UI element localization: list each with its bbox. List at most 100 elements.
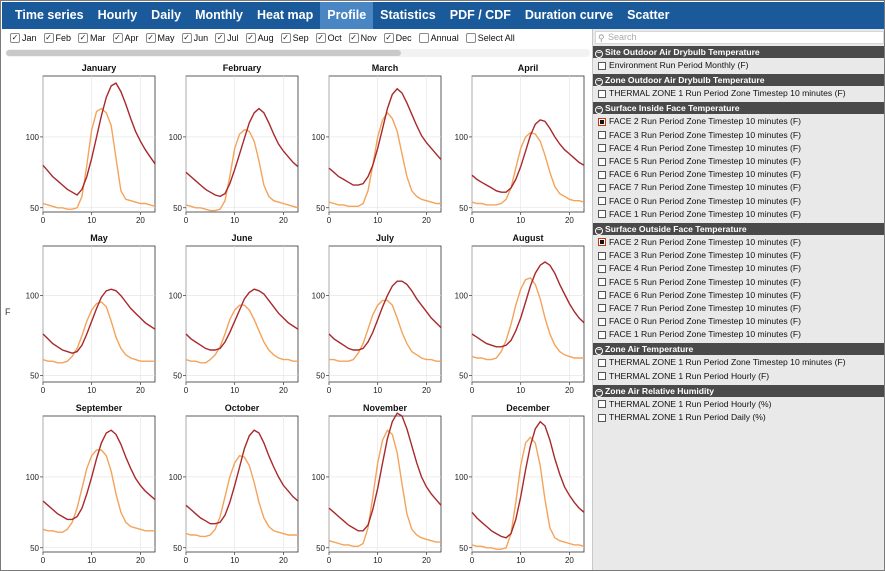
variable-checkbox[interactable] xyxy=(598,264,606,273)
variable-item[interactable]: THERMAL ZONE 1 Run Period Zone Timestep … xyxy=(593,87,884,100)
variable-item[interactable]: FACE 2 Run Period Zone Timestep 10 minut… xyxy=(593,115,884,128)
checkbox[interactable]: ✓ xyxy=(181,33,192,43)
variable-group-header[interactable]: − Zone Air Relative Humidity xyxy=(593,384,884,397)
variable-checkbox[interactable] xyxy=(598,251,606,260)
tab-statistics[interactable]: Statistics xyxy=(373,2,443,29)
checkbox[interactable] xyxy=(418,33,429,43)
variable-checkbox[interactable] xyxy=(598,117,606,126)
variable-item[interactable]: FACE 6 Run Period Zone Timestep 10 minut… xyxy=(593,289,884,302)
filter-may[interactable]: ✓ May xyxy=(145,33,175,43)
filter-jun[interactable]: ✓ Jun xyxy=(181,33,208,43)
filter-mar[interactable]: ✓ Mar xyxy=(78,33,106,43)
variable-checkbox[interactable] xyxy=(598,278,606,287)
variable-item[interactable]: THERMAL ZONE 1 Run Period Hourly (F) xyxy=(593,370,884,383)
variable-item[interactable]: FACE 1 Run Period Zone Timestep 10 minut… xyxy=(593,208,884,221)
checkbox[interactable]: ✓ xyxy=(280,33,291,43)
variable-item[interactable]: Environment Run Period Monthly (F) xyxy=(593,59,884,72)
horizontal-scrollbar[interactable] xyxy=(6,49,590,57)
filter-dec[interactable]: ✓ Dec xyxy=(383,33,412,43)
tab-profile[interactable]: Profile xyxy=(320,2,374,29)
variable-checkbox[interactable] xyxy=(598,304,606,313)
variable-checkbox[interactable] xyxy=(598,61,606,70)
variable-checkbox[interactable] xyxy=(598,170,606,179)
checkbox[interactable]: ✓ xyxy=(348,33,359,43)
variable-checkbox[interactable] xyxy=(598,330,606,339)
checkbox[interactable]: ✓ xyxy=(315,33,326,43)
variable-checkbox[interactable] xyxy=(598,358,606,367)
variable-checkbox[interactable] xyxy=(598,291,606,300)
variable-item[interactable]: FACE 7 Run Period Zone Timestep 10 minut… xyxy=(593,181,884,194)
variable-item[interactable]: FACE 7 Run Period Zone Timestep 10 minut… xyxy=(593,302,884,315)
tab-monthly[interactable]: Monthly xyxy=(188,2,250,29)
filter-sep[interactable]: ✓ Sep xyxy=(280,33,309,43)
variable-item[interactable]: FACE 6 Run Period Zone Timestep 10 minut… xyxy=(593,168,884,181)
plot-frame xyxy=(185,245,299,383)
checkbox[interactable]: ✓ xyxy=(10,33,20,43)
tab-scatter[interactable]: Scatter xyxy=(620,2,676,29)
checkbox[interactable]: ✓ xyxy=(43,33,54,43)
collapse-icon[interactable]: − xyxy=(595,347,603,356)
collapse-icon[interactable]: − xyxy=(595,50,603,58)
variable-group-header[interactable]: − Zone Air Temperature xyxy=(593,343,884,356)
tab-daily[interactable]: Daily xyxy=(144,2,188,29)
variable-checkbox[interactable] xyxy=(598,144,606,153)
collapse-icon[interactable]: − xyxy=(595,388,603,397)
variable-item[interactable]: FACE 0 Run Period Zone Timestep 10 minut… xyxy=(593,315,884,328)
filter-feb[interactable]: ✓ Feb xyxy=(43,33,71,43)
variable-item[interactable]: FACE 0 Run Period Zone Timestep 10 minut… xyxy=(593,195,884,208)
tab-pdf-cdf[interactable]: PDF / CDF xyxy=(443,2,518,29)
variable-checkbox[interactable] xyxy=(598,131,606,140)
checkbox[interactable] xyxy=(465,33,476,43)
filter-jan[interactable]: ✓ Jan xyxy=(10,33,37,43)
variable-checkbox[interactable] xyxy=(598,89,606,98)
variable-item[interactable]: THERMAL ZONE 1 Run Period Hourly (%) xyxy=(593,398,884,411)
variable-label: THERMAL ZONE 1 Run Period Hourly (%) xyxy=(609,398,772,409)
tab-time-series[interactable]: Time series xyxy=(8,2,91,29)
checkbox[interactable]: ✓ xyxy=(245,33,256,43)
variable-checkbox[interactable] xyxy=(598,157,606,166)
scrollbar-thumb[interactable] xyxy=(6,50,401,56)
variable-item[interactable]: FACE 3 Run Period Zone Timestep 10 minut… xyxy=(593,129,884,142)
variable-item[interactable]: FACE 4 Run Period Zone Timestep 10 minut… xyxy=(593,142,884,155)
variable-checkbox[interactable] xyxy=(598,317,606,326)
variable-item[interactable]: THERMAL ZONE 1 Run Period Daily (%) xyxy=(593,411,884,424)
variable-group-header[interactable]: − Zone Outdoor Air Drybulb Temperature xyxy=(593,74,884,87)
variable-checkbox[interactable] xyxy=(598,197,606,206)
variable-checkbox[interactable] xyxy=(598,183,606,192)
checkbox[interactable]: ✓ xyxy=(215,33,226,43)
variable-group-header[interactable]: − Surface Inside Face Temperature xyxy=(593,102,884,115)
tab-heat-map[interactable]: Heat map xyxy=(250,2,320,29)
checkbox[interactable]: ✓ xyxy=(145,33,156,43)
variable-group-header[interactable]: − Site Outdoor Air Drybulb Temperature xyxy=(593,46,884,58)
collapse-icon[interactable]: − xyxy=(595,78,603,87)
variable-checkbox[interactable] xyxy=(598,400,606,409)
variable-item[interactable]: FACE 4 Run Period Zone Timestep 10 minut… xyxy=(593,262,884,275)
variable-item[interactable]: FACE 2 Run Period Zone Timestep 10 minut… xyxy=(593,236,884,249)
variable-group-header[interactable]: − Surface Outside Face Temperature xyxy=(593,222,884,235)
collapse-icon[interactable]: − xyxy=(595,226,603,235)
checkbox[interactable]: ✓ xyxy=(112,33,123,43)
checkbox[interactable]: ✓ xyxy=(78,33,89,43)
variable-item[interactable]: FACE 5 Run Period Zone Timestep 10 minut… xyxy=(593,155,884,168)
variable-item[interactable]: THERMAL ZONE 1 Run Period Zone Timestep … xyxy=(593,356,884,369)
filter-annual[interactable]: Annual xyxy=(418,33,459,43)
variable-checkbox[interactable] xyxy=(598,413,606,422)
filter-nov[interactable]: ✓ Nov xyxy=(348,33,377,43)
collapse-icon[interactable]: − xyxy=(595,106,603,115)
filter-jul[interactable]: ✓ Jul xyxy=(215,33,239,43)
variable-item[interactable]: FACE 1 Run Period Zone Timestep 10 minut… xyxy=(593,328,884,341)
filter-select-all[interactable]: Select All xyxy=(465,33,515,43)
tab-duration-curve[interactable]: Duration curve xyxy=(518,2,620,29)
checkbox[interactable]: ✓ xyxy=(383,33,394,43)
variable-checkbox[interactable] xyxy=(598,238,606,247)
filter-oct[interactable]: ✓ Oct xyxy=(315,33,342,43)
filter-aug[interactable]: ✓ Aug xyxy=(245,33,274,43)
variable-item[interactable]: FACE 3 Run Period Zone Timestep 10 minut… xyxy=(593,249,884,262)
filter-apr[interactable]: ✓ Apr xyxy=(112,33,139,43)
tab-hourly[interactable]: Hourly xyxy=(91,2,145,29)
variable-checkbox[interactable] xyxy=(598,372,606,381)
panel-title: October xyxy=(225,403,260,413)
variable-checkbox[interactable] xyxy=(598,210,606,219)
variable-item[interactable]: FACE 5 Run Period Zone Timestep 10 minut… xyxy=(593,275,884,288)
search-input[interactable]: ⚲ Search xyxy=(595,31,884,44)
